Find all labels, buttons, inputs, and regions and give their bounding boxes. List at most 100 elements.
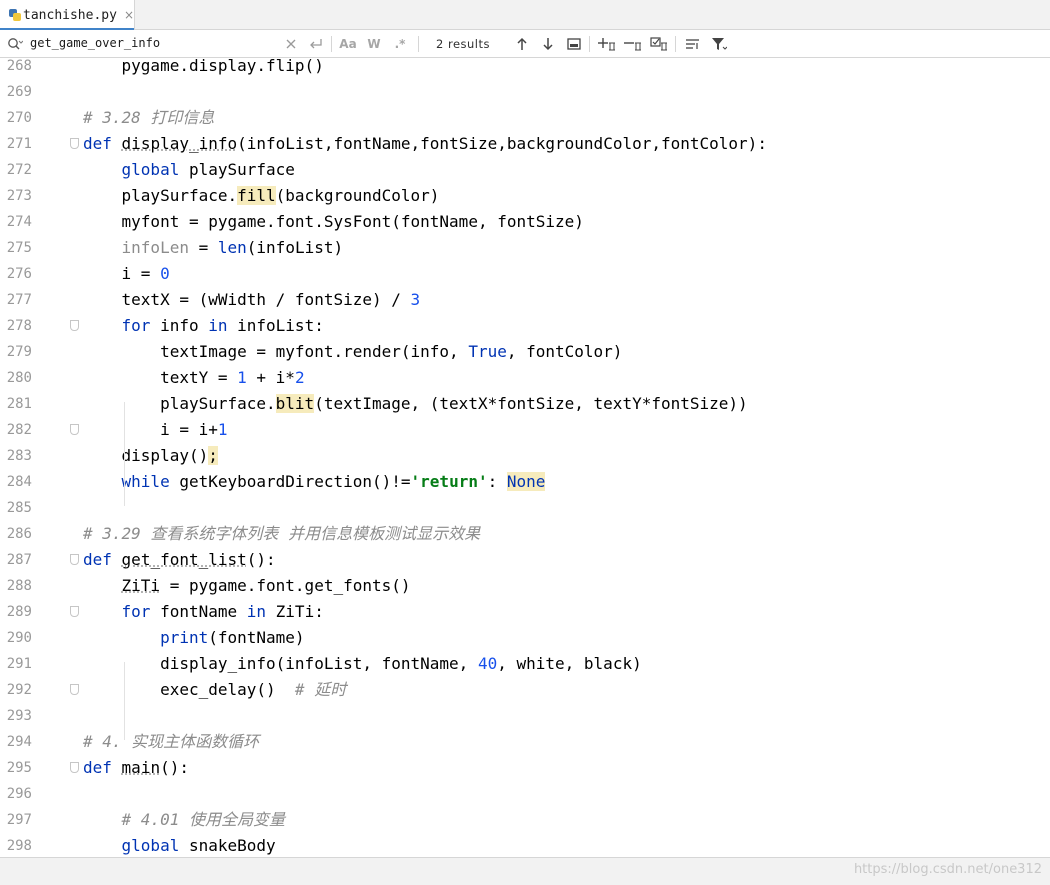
- fold-marker-icon[interactable]: [70, 320, 79, 331]
- code-text: infoLen = len(infoList): [83, 235, 344, 261]
- line-number: 270: [6, 110, 32, 126]
- code-text: textX = (wWidth / fontSize) / 3: [83, 287, 421, 313]
- code-token: ZiTi: [121, 576, 161, 595]
- code-text: # 4.01 使用全局变量: [83, 807, 285, 833]
- fold-marker-icon[interactable]: [70, 424, 79, 435]
- code-token: def: [83, 134, 112, 153]
- code-token: 1: [217, 420, 228, 439]
- code-token: for: [121, 316, 151, 335]
- prev-occurrence-arrow-icon[interactable]: [513, 30, 531, 58]
- code-token: get_font_list: [121, 550, 247, 569]
- match-case-toggle[interactable]: Aa: [338, 30, 358, 58]
- words-toggle[interactable]: W: [364, 30, 384, 58]
- code-line[interactable]: 280 textY = 1 + i*2: [0, 365, 1050, 391]
- close-tab-icon[interactable]: ×: [124, 8, 134, 22]
- fold-marker-icon[interactable]: [70, 762, 79, 773]
- code-line[interactable]: 276 i = 0: [0, 261, 1050, 287]
- code-line[interactable]: 291 display_info(infoList, fontName, 40,…: [0, 651, 1050, 677]
- line-number: 290: [6, 630, 32, 646]
- code-line[interactable]: 285: [0, 495, 1050, 521]
- code-line[interactable]: 287 def get_font_list():: [0, 547, 1050, 573]
- filter-settings-icon[interactable]: [683, 30, 703, 58]
- code-line[interactable]: 294 # 4. 实现主体函数循环: [0, 729, 1050, 755]
- code-line[interactable]: 279 textImage = myfont.render(info, True…: [0, 339, 1050, 365]
- code-line[interactable]: 298 global snakeBody: [0, 833, 1050, 857]
- select-all-occurrences-icon[interactable]: [565, 30, 583, 58]
- file-tab[interactable]: tanchishe.py ×: [0, 0, 135, 31]
- code-line[interactable]: 292 exec_delay() # 延时: [0, 677, 1050, 703]
- line-number: 277: [6, 292, 32, 308]
- watermark-text: https://blog.csdn.net/one312: [853, 862, 1042, 877]
- search-input[interactable]: get_game_over_info: [30, 33, 286, 53]
- fold-marker-icon[interactable]: [70, 554, 79, 565]
- code-token: getKeyboardDirection()!=: [169, 472, 411, 491]
- line-number: 274: [6, 214, 32, 230]
- next-occurrence-arrow-icon[interactable]: [539, 30, 557, 58]
- code-token: # 4.01 使用全局变量: [121, 810, 285, 829]
- line-number: 294: [6, 734, 32, 750]
- code-token: , fontColor): [506, 342, 623, 361]
- editor-tab-bar: tanchishe.py ×: [0, 0, 1050, 31]
- code-line[interactable]: 293: [0, 703, 1050, 729]
- code-token: in: [246, 602, 267, 621]
- code-line[interactable]: 290 print(fontName): [0, 625, 1050, 651]
- code-line[interactable]: 268 pygame.display.flip(): [0, 58, 1050, 79]
- add-occurrence-icon[interactable]: [597, 30, 617, 58]
- code-line[interactable]: 281 playSurface.blit(textImage, (textX*f…: [0, 391, 1050, 417]
- code-line[interactable]: 283 display();: [0, 443, 1050, 469]
- code-token: # 3.28 打印信息: [83, 108, 215, 127]
- code-token: main: [121, 758, 161, 777]
- fold-marker-icon[interactable]: [70, 684, 79, 695]
- newline-icon[interactable]: [307, 30, 325, 58]
- code-text: global playSurface: [83, 157, 295, 183]
- select-all-checked-icon[interactable]: [649, 30, 669, 58]
- search-icon[interactable]: [5, 30, 25, 58]
- code-line[interactable]: 282 i = i+1: [0, 417, 1050, 443]
- line-number: 268: [6, 58, 32, 74]
- python-file-icon: [8, 8, 21, 22]
- line-number: 275: [6, 240, 32, 256]
- code-line[interactable]: 271 def display_info(infoList,fontName,fo…: [0, 131, 1050, 157]
- code-line[interactable]: 295 def main():: [0, 755, 1050, 781]
- code-line[interactable]: 270 # 3.28 打印信息: [0, 105, 1050, 131]
- code-token: infoList:: [227, 316, 324, 335]
- code-line[interactable]: 286 # 3.29 查看系统字体列表 并用信息模板测试显示效果: [0, 521, 1050, 547]
- code-token: global: [121, 160, 180, 179]
- code-line[interactable]: 289 for fontName in ZiTi:: [0, 599, 1050, 625]
- code-editor[interactable]: 268 pygame.display.flip() 269 270 # 3.28 打印…: [0, 58, 1050, 857]
- code-line[interactable]: 278 for info in infoList:: [0, 313, 1050, 339]
- code-text: # 4. 实现主体函数循环: [83, 729, 259, 755]
- code-text: myfont = pygame.font.SysFont(fontName, f…: [83, 209, 584, 235]
- code-text: i = i+1: [83, 417, 228, 443]
- code-line[interactable]: 272 global playSurface: [0, 157, 1050, 183]
- fold-marker-icon[interactable]: [70, 138, 79, 149]
- code-token: info: [150, 316, 209, 335]
- clear-search-icon[interactable]: [283, 30, 299, 58]
- code-line[interactable]: 277 textX = (wWidth / fontSize) / 3: [0, 287, 1050, 313]
- code-text: display_info(infoList, fontName, 40, whi…: [83, 651, 642, 677]
- code-text: def get_font_list():: [83, 547, 276, 573]
- code-line[interactable]: 273 playSurface.fill(backgroundColor): [0, 183, 1050, 209]
- code-token: fill: [237, 186, 276, 205]
- code-token: playSurface: [179, 160, 295, 179]
- code-line[interactable]: 274 myfont = pygame.font.SysFont(fontNam…: [0, 209, 1050, 235]
- code-line[interactable]: 288 ZiTi = pygame.font.get_fonts(): [0, 573, 1050, 599]
- fold-marker-icon[interactable]: [70, 606, 79, 617]
- code-line[interactable]: 284 while getKeyboardDirection()!='retur…: [0, 469, 1050, 495]
- remove-occurrence-icon[interactable]: [623, 30, 643, 58]
- code-text: textImage = myfont.render(info, True, fo…: [83, 339, 622, 365]
- code-line[interactable]: 275 infoLen = len(infoList): [0, 235, 1050, 261]
- line-number: 292: [6, 682, 32, 698]
- code-line[interactable]: 296: [0, 781, 1050, 807]
- line-number: 278: [6, 318, 32, 334]
- filter-icon[interactable]: [709, 30, 729, 58]
- code-line[interactable]: 269: [0, 79, 1050, 105]
- code-line[interactable]: 297 # 4.01 使用全局变量: [0, 807, 1050, 833]
- line-number: 280: [6, 370, 32, 386]
- regex-toggle[interactable]: .*: [390, 30, 410, 58]
- line-number: 293: [6, 708, 32, 724]
